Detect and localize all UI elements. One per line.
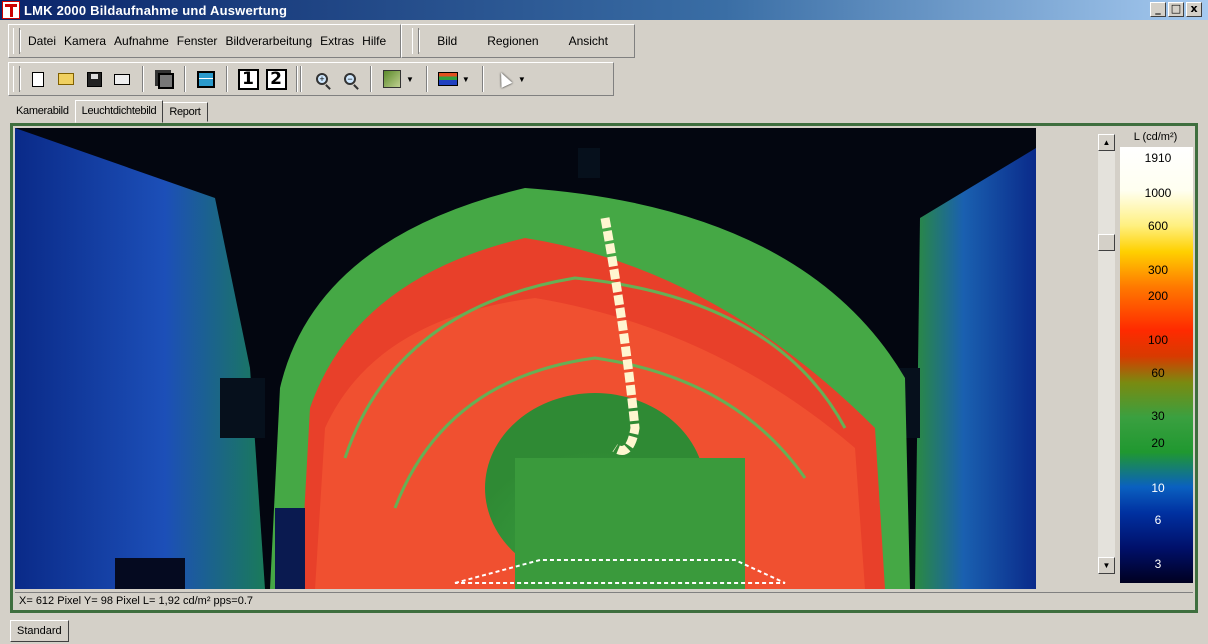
legend-label: 300	[1147, 263, 1169, 277]
tile-icon	[197, 70, 215, 88]
close-button[interactable]: x	[1186, 2, 1202, 17]
cursor-dropdown-arrow-icon[interactable]: ▼	[518, 75, 526, 84]
menu-grip[interactable]	[13, 28, 20, 54]
profile-status[interactable]: Standard	[10, 620, 69, 642]
menu-bildverarbeitung[interactable]: Bildverarbeitung	[221, 34, 316, 48]
toolbar-separator	[142, 66, 144, 92]
menu-regionen[interactable]: Regionen	[473, 34, 554, 48]
chart-icon	[383, 70, 401, 88]
new-file-icon	[32, 71, 44, 87]
view-2-icon: 2	[265, 68, 287, 90]
zoom-out-icon: −	[344, 73, 356, 85]
palette-dropdown-arrow-icon[interactable]: ▼	[462, 75, 470, 84]
legend-label: 6	[1154, 513, 1162, 527]
toolbar-separator	[425, 66, 428, 92]
legend-label: 3	[1154, 557, 1162, 571]
window-title: LMK 2000 Bildaufnahme und Auswertung	[24, 2, 288, 18]
toolbar-separator	[296, 66, 298, 92]
view-1-icon: 1	[237, 68, 259, 90]
new-button[interactable]	[27, 68, 49, 90]
save-disk-icon	[86, 71, 102, 87]
legend-unit: L (cd/m²)	[1133, 131, 1178, 143]
legend-scrollbar[interactable]: ▲ ▼	[1098, 134, 1115, 574]
menu-hilfe[interactable]: Hilfe	[358, 34, 390, 48]
legend-label: 100	[1147, 333, 1169, 347]
legend-label: 60	[1151, 366, 1165, 380]
tile-button[interactable]	[195, 68, 217, 90]
print-icon	[114, 73, 130, 85]
menu-aufnahme[interactable]: Aufnahme	[110, 34, 173, 48]
tab-strip: Kamerabild Leuchtdichtebild Report	[10, 100, 208, 123]
luminance-legend: L (cd/m²) 1910 1000 600 300 200 100 60 3…	[1118, 131, 1193, 583]
tab-kamerabild[interactable]: Kamerabild	[10, 102, 76, 122]
legend-label: 200	[1147, 289, 1169, 303]
coordinate-readout: X= 612 Pixel Y= 98 Pixel L= 1,92 cd/m² p…	[15, 592, 1193, 609]
toolbar-separator	[226, 66, 228, 92]
menu-extras[interactable]: Extras	[316, 34, 358, 48]
zoom-in-icon: +	[316, 73, 328, 85]
menu-fenster[interactable]: Fenster	[173, 34, 222, 48]
main-menu: Datei Kamera Aufnahme Fenster Bildverarb…	[8, 24, 402, 58]
scroll-down-button[interactable]: ▼	[1098, 557, 1115, 574]
view-1-button[interactable]: 1	[237, 68, 259, 90]
minimize-button[interactable]: _	[1150, 2, 1166, 17]
menu-ansicht[interactable]: Ansicht	[555, 34, 624, 48]
toolbar-separator	[300, 66, 302, 92]
menu-bild[interactable]: Bild	[423, 34, 473, 48]
open-button[interactable]	[55, 68, 77, 90]
legend-label: 30	[1151, 409, 1165, 423]
toolbar: 1 2 + − ▼ ▼ ▼	[8, 62, 614, 96]
save-button[interactable]	[83, 68, 105, 90]
toolbar-separator	[370, 66, 372, 92]
menu-bar: Datei Kamera Aufnahme Fenster Bildverarb…	[8, 24, 635, 58]
toolbar-separator	[184, 66, 186, 92]
print-button[interactable]	[111, 68, 133, 90]
cursor-button[interactable]	[493, 68, 515, 90]
maximize-button[interactable]: □	[1168, 2, 1184, 17]
legend-label: 1910	[1144, 151, 1172, 165]
menu-grip-2[interactable]	[412, 28, 420, 54]
windows-button[interactable]	[153, 68, 175, 90]
secondary-menu: Bild Regionen Ansicht	[401, 24, 635, 58]
image-panel: ▲ ▼ L (cd/m²) 1910 1000 600 300 200 100 …	[10, 123, 1198, 613]
palette-button[interactable]	[437, 68, 459, 90]
zoom-in-button[interactable]: +	[311, 68, 333, 90]
false-color-image	[15, 128, 1036, 589]
windows-icon	[157, 72, 174, 89]
view-2-button[interactable]: 2	[265, 68, 287, 90]
menu-kamera[interactable]: Kamera	[60, 34, 110, 48]
scroll-up-button[interactable]: ▲	[1098, 134, 1115, 151]
scroll-thumb[interactable]	[1098, 234, 1115, 251]
window-controls: _ □ x	[1150, 2, 1202, 17]
luminance-image[interactable]	[15, 128, 1036, 589]
legend-label: 10	[1151, 481, 1165, 495]
tab-report[interactable]: Report	[162, 102, 208, 122]
tab-leuchtdichtebild[interactable]: Leuchtdichtebild	[74, 100, 164, 123]
legend-label: 600	[1147, 219, 1169, 233]
cursor-icon	[495, 70, 513, 88]
toolbar-grip[interactable]	[13, 66, 20, 92]
chart-dropdown-arrow-icon[interactable]: ▼	[406, 75, 414, 84]
app-logo-icon	[2, 1, 20, 19]
toolbar-separator	[481, 66, 484, 92]
open-folder-icon	[58, 73, 74, 85]
zoom-out-button[interactable]: −	[339, 68, 361, 90]
legend-label: 1000	[1144, 186, 1172, 200]
palette-icon	[437, 72, 458, 86]
legend-label: 20	[1151, 436, 1165, 450]
chart-button[interactable]	[381, 68, 403, 90]
title-bar: LMK 2000 Bildaufnahme und Auswertung _ □…	[0, 0, 1208, 20]
menu-datei[interactable]: Datei	[24, 34, 60, 48]
